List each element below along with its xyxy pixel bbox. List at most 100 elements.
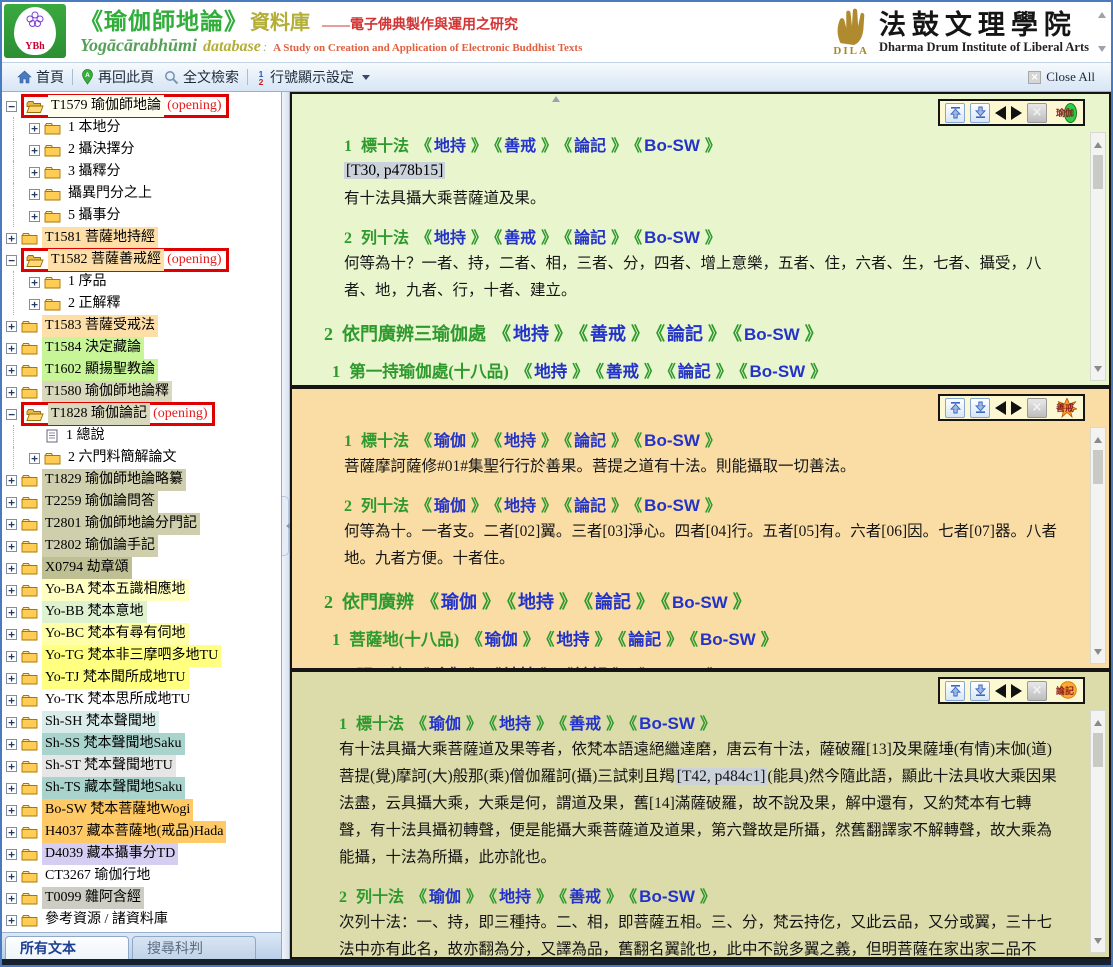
scroll-to-bottom-button[interactable] xyxy=(970,681,990,701)
expand-expander-icon[interactable]: + xyxy=(29,123,40,134)
expand-expander-icon[interactable]: + xyxy=(6,629,17,640)
scrollbar-thumb[interactable] xyxy=(1093,155,1103,189)
tree-item-Yo-TK[interactable]: + Yo-TK 梵本思所成地TU xyxy=(5,689,281,711)
tree-item-Sh-ST[interactable]: + Sh-ST 梵本聲聞地TU xyxy=(5,755,281,777)
scrollbar-thumb[interactable] xyxy=(1093,450,1103,484)
header-scroll-up-icon[interactable] xyxy=(1098,8,1106,18)
close-all-button[interactable]: × Close All xyxy=(1028,69,1101,85)
panel-scrollbar[interactable] xyxy=(1090,132,1106,381)
tree-item-Sh-SH[interactable]: +Sh-SH 梵本聲聞地 xyxy=(5,711,281,733)
expand-expander-icon[interactable]: + xyxy=(6,805,17,816)
prev-section-button[interactable] xyxy=(995,106,1006,120)
tree-item-T1579-4[interactable]: + 攝異門分之上 xyxy=(5,183,281,205)
expand-expander-icon[interactable]: + xyxy=(6,893,17,904)
fulltext-search-button[interactable]: 全文檢索 xyxy=(159,65,244,89)
tree-item-label[interactable]: Yo-TK 梵本思所成地TU xyxy=(42,689,193,711)
source-link[interactable]: 地持 xyxy=(534,362,567,381)
tree-item-Bo-SW[interactable]: +Bo-SW 梵本菩薩地Wogi xyxy=(5,799,281,821)
expand-expander-icon[interactable]: + xyxy=(6,651,17,662)
scroll-to-bottom-button[interactable] xyxy=(970,398,990,418)
tree-item-label[interactable]: 攝異門分之上 xyxy=(65,183,155,205)
tree-item-label[interactable]: T2259 瑜伽論問答 xyxy=(42,491,158,513)
source-link[interactable]: 善戒 xyxy=(569,716,601,733)
tree-item-label[interactable]: X0794 劫章頌 xyxy=(42,557,132,579)
expand-expander-icon[interactable]: + xyxy=(6,343,17,354)
home-button[interactable]: 首頁 xyxy=(12,65,69,89)
close-panel-button[interactable]: × xyxy=(1027,398,1047,418)
header-scroll-down-icon[interactable] xyxy=(1098,46,1106,56)
expand-expander-icon[interactable]: + xyxy=(6,607,17,618)
panel-scrollbar[interactable] xyxy=(1090,710,1106,953)
tree-item-T1582-1[interactable]: +1 序品 xyxy=(5,271,281,293)
tree-item-label[interactable]: T1584 決定藏論 xyxy=(42,337,144,359)
expand-expander-icon[interactable]: + xyxy=(29,145,40,156)
expand-expander-icon[interactable]: + xyxy=(6,233,17,244)
tree-item-label[interactable]: Yo-BB 梵本意地 xyxy=(42,601,147,623)
source-link[interactable]: 瑜伽 xyxy=(441,592,477,612)
source-link[interactable]: 善戒 xyxy=(569,889,601,906)
source-link[interactable]: 論記 xyxy=(574,433,606,450)
tree-item-label[interactable]: T1829 瑜伽師地論略纂 xyxy=(42,469,186,491)
tree-item-label[interactable]: T1579 瑜伽師地論 xyxy=(48,95,164,117)
tree-item-T1584[interactable]: + T1584 決定藏論 xyxy=(5,337,281,359)
source-link[interactable]: Bo-SW xyxy=(744,325,800,344)
tree-item-label[interactable]: 1 本地分 xyxy=(65,117,124,139)
tree-item-label[interactable]: 1 序品 xyxy=(65,271,110,293)
source-link[interactable]: 善戒 xyxy=(590,324,626,344)
tree-item-label[interactable]: T1580 瑜伽師地論釋 xyxy=(42,381,172,403)
tree-item-label[interactable]: T1581 菩薩地持經 xyxy=(42,227,158,249)
tree-item-T1581[interactable]: + T1581 菩薩地持經 xyxy=(5,227,281,249)
expand-expander-icon[interactable]: + xyxy=(6,761,17,772)
source-link[interactable]: 瑜伽 xyxy=(429,716,461,733)
tree-item-label[interactable]: 1 總說 xyxy=(63,425,108,447)
tree-item-H4037[interactable]: +H4037 藏本菩薩地(戒品)Hada xyxy=(5,821,281,843)
expand-expander-icon[interactable]: + xyxy=(6,827,17,838)
source-link[interactable]: 地持 xyxy=(518,592,554,612)
expand-expander-icon[interactable]: + xyxy=(29,277,40,288)
tree-item-label[interactable]: Yo-TJ 梵本聞所成地TU xyxy=(42,667,189,689)
source-link[interactable]: 論記 xyxy=(574,498,606,515)
tree-item-Yo-TG[interactable]: + Yo-TG 梵本非三摩呬多地TU xyxy=(5,645,281,667)
tree-item-refs[interactable]: +參考資源 / 諸資料庫 xyxy=(5,909,281,931)
tree-item-T1828-2[interactable]: +2 六門料簡解論文 xyxy=(5,447,281,469)
collapse-expander-icon[interactable]: − xyxy=(6,409,17,420)
collapse-up-icon[interactable] xyxy=(552,92,560,102)
source-link[interactable]: 瑜伽 xyxy=(434,433,466,450)
tree-item-T1582-2[interactable]: +2 正解釋 xyxy=(5,293,281,315)
tree-item-label[interactable]: Yo-TG 梵本非三摩呬多地TU xyxy=(42,645,221,667)
tree-item-label[interactable]: Sh-ST 梵本聲聞地TU xyxy=(42,755,176,777)
source-link[interactable]: 善戒 xyxy=(504,230,536,247)
expand-expander-icon[interactable]: + xyxy=(29,189,40,200)
source-link[interactable]: 地持 xyxy=(513,324,549,344)
sidebar-tab-search-outline[interactable]: 搜尋科判 xyxy=(132,936,256,959)
expand-expander-icon[interactable]: + xyxy=(29,299,40,310)
expand-expander-icon[interactable]: + xyxy=(29,211,40,222)
pane-splitter[interactable] xyxy=(282,92,290,959)
tree-item-T2802[interactable]: +T2802 瑜伽論手記 xyxy=(5,535,281,557)
expand-expander-icon[interactable]: + xyxy=(6,387,17,398)
tree-item-T2801[interactable]: +T2801 瑜伽師地論分門記 xyxy=(5,513,281,535)
prev-section-button[interactable] xyxy=(995,684,1006,698)
source-link[interactable]: 瑜伽 xyxy=(485,630,518,649)
source-link[interactable]: Bo-SW xyxy=(672,593,728,612)
prev-section-button[interactable] xyxy=(995,401,1006,415)
tree-item-T0099[interactable]: + T0099 雜阿含經 xyxy=(5,887,281,909)
scrollbar-up-icon[interactable] xyxy=(1094,716,1102,726)
tree-item-T1602[interactable]: +T1602 顯揚聖教論 xyxy=(5,359,281,381)
source-link[interactable]: 地持 xyxy=(434,230,466,247)
next-section-button[interactable] xyxy=(1011,684,1022,698)
expand-expander-icon[interactable]: + xyxy=(6,563,17,574)
tree-item-label[interactable]: Yo-BA 梵本五識相應地 xyxy=(42,579,189,601)
source-link[interactable]: 論記 xyxy=(628,630,661,649)
tree-item-T1828[interactable]: −T1828 瑜伽論記(opening) xyxy=(5,403,281,425)
scroll-to-top-button[interactable] xyxy=(945,681,965,701)
tree-item-T1579[interactable]: −T1579 瑜伽師地論(opening) xyxy=(5,95,281,117)
tree-item-label[interactable]: D4039 藏本攝事分TD xyxy=(42,843,178,865)
tree-item-label[interactable]: T1583 菩薩受戒法 xyxy=(42,315,158,337)
tree-item-label[interactable]: T0099 雜阿含經 xyxy=(42,887,144,909)
tree-item-Yo-BA[interactable]: +Yo-BA 梵本五識相應地 xyxy=(5,579,281,601)
expand-expander-icon[interactable]: + xyxy=(6,695,17,706)
tree-item-Yo-TJ[interactable]: +Yo-TJ 梵本聞所成地TU xyxy=(5,667,281,689)
header-scrollbar[interactable] xyxy=(1096,8,1108,56)
next-section-button[interactable] xyxy=(1011,106,1022,120)
